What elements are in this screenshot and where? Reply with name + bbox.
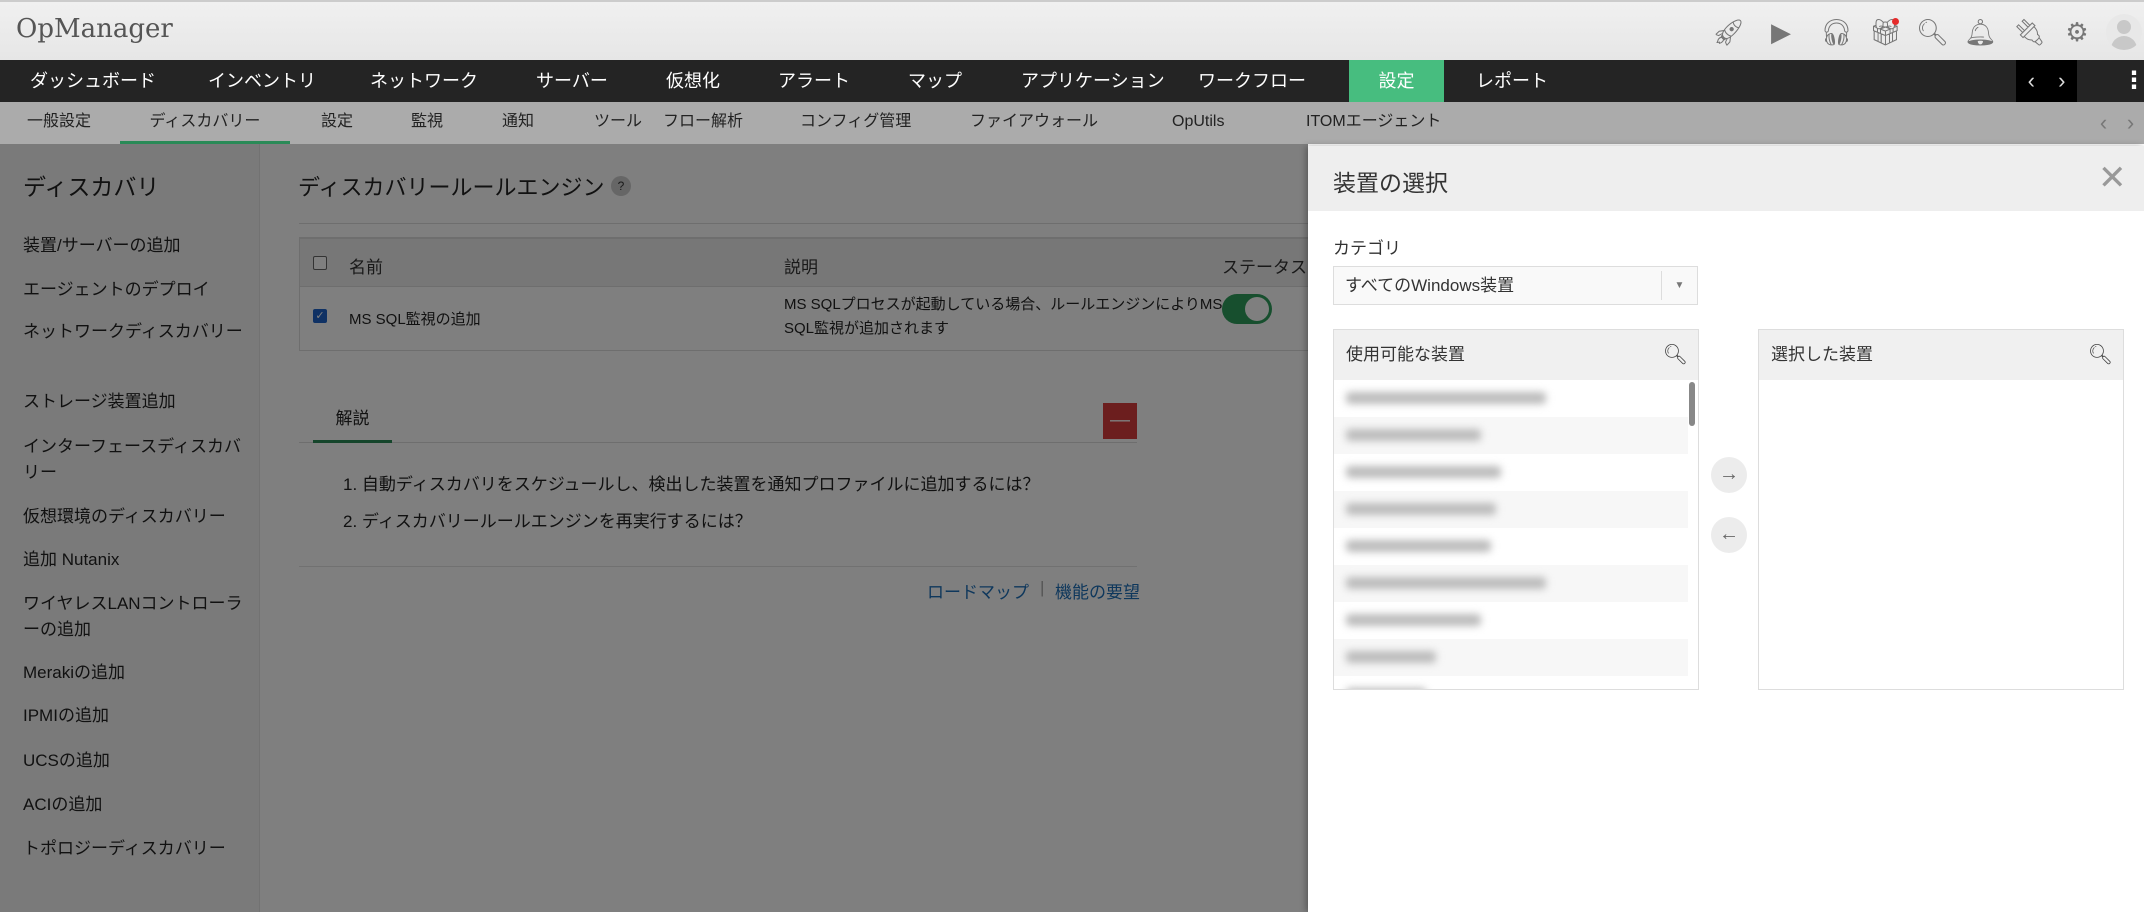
bell-icon[interactable]: 🔔︎	[1964, 16, 1997, 48]
headset-icon[interactable]: 🎧︎	[1820, 16, 1853, 48]
chevron-left-icon[interactable]: ‹	[2028, 60, 2035, 102]
subnav-monitoring[interactable]: 監視	[411, 102, 443, 144]
device-rows	[1334, 380, 1698, 689]
nav-network[interactable]: ネットワーク	[370, 60, 478, 102]
nav-settings[interactable]: 設定	[1349, 60, 1444, 102]
available-devices-header: 使用可能な装置 🔍︎	[1334, 330, 1698, 380]
nav-scroll-arrows: ‹ ›	[2016, 60, 2077, 102]
avatar-icon[interactable]	[2106, 14, 2142, 50]
search-icon[interactable]: 🔍︎	[1916, 16, 1949, 48]
search-icon[interactable]: 🔍︎	[1663, 330, 1688, 380]
close-icon[interactable]: ✕	[2098, 158, 2127, 198]
subnav-config[interactable]: コンフィグ管理	[800, 102, 911, 144]
list-item[interactable]	[1334, 528, 1688, 565]
panel-header: 装置の選択 ✕	[1308, 146, 2144, 211]
nav-workflow[interactable]: ワークフロー	[1198, 60, 1306, 102]
subnav-discovery[interactable]: ディスカバリー	[120, 102, 290, 144]
available-devices-list: 使用可能な装置 🔍︎	[1333, 329, 1699, 690]
top-bar: OpManager 🚀︎ ▶ 🎧︎ 🎁︎ 🔍︎ 🔔︎ 🔌︎ ⚙	[0, 0, 2144, 60]
rocket-icon[interactable]: 🚀︎	[1712, 16, 1745, 48]
nav-virtualization[interactable]: 仮想化	[666, 60, 720, 102]
list-item[interactable]	[1334, 491, 1688, 528]
move-left-button[interactable]: ←	[1711, 517, 1747, 553]
subnav-firewall[interactable]: ファイアウォール	[970, 102, 1098, 144]
nav-dashboard[interactable]: ダッシュボード	[30, 60, 156, 102]
category-select[interactable]: すべてのWindows装置 ▼	[1333, 266, 1698, 305]
subnav-notification[interactable]: 通知	[502, 102, 534, 144]
nav-reports[interactable]: レポート	[1476, 60, 1548, 102]
plug-icon[interactable]: 🔌︎	[2013, 16, 2046, 48]
nav-applications[interactable]: アプリケーション	[1021, 60, 1165, 102]
subnav-general[interactable]: 一般設定	[27, 102, 91, 144]
category-label: カテゴリ	[1333, 239, 1401, 258]
subnav-settings[interactable]: 設定	[321, 102, 353, 144]
nav-servers[interactable]: サーバー	[536, 60, 608, 102]
subnav-itom-agent[interactable]: ITOMエージェント	[1306, 102, 1441, 144]
nav-alarms[interactable]: アラート	[778, 60, 850, 102]
selected-devices-title: 選択した装置	[1771, 345, 1873, 364]
subnav-flow-analysis[interactable]: フロー解析	[663, 102, 743, 144]
presentation-icon[interactable]: ▶	[1765, 16, 1797, 48]
device-selection-panel: 装置の選択 ✕ カテゴリ すべてのWindows装置 ▼ 使用可能な装置 🔍︎ …	[1308, 146, 2144, 912]
panel-title: 装置の選択	[1333, 170, 1448, 196]
list-item[interactable]	[1334, 676, 1688, 689]
list-item[interactable]	[1334, 565, 1688, 602]
chevron-right-icon[interactable]: ›	[2127, 102, 2134, 144]
chevron-left-icon[interactable]: ‹	[2100, 102, 2107, 144]
app-logo[interactable]: OpManager	[16, 14, 173, 44]
move-right-button[interactable]: →	[1711, 457, 1747, 493]
chevron-right-icon[interactable]: ›	[2058, 60, 2065, 102]
more-options-icon[interactable]: ⋮	[2122, 60, 2144, 102]
selected-devices-list: 選択した装置 🔍︎	[1758, 329, 2124, 690]
list-item[interactable]	[1334, 602, 1688, 639]
available-devices-title: 使用可能な装置	[1346, 345, 1465, 364]
sub-nav: 一般設定 ディスカバリー 設定 監視 通知 ツール フロー解析 コンフィグ管理 …	[0, 102, 2144, 144]
nav-maps[interactable]: マップ	[908, 60, 962, 102]
modal-overlay[interactable]	[0, 144, 1308, 912]
search-icon[interactable]: 🔍︎	[2088, 330, 2113, 380]
category-value: すべてのWindows装置	[1345, 276, 1515, 295]
gift-icon[interactable]: 🎁︎	[1869, 16, 1902, 48]
subnav-tools[interactable]: ツール	[594, 102, 642, 144]
subnav-scroll-arrows: ‹ ›	[2090, 102, 2144, 144]
list-item[interactable]	[1334, 454, 1688, 491]
main-nav: ダッシュボード インベントリ ネットワーク サーバー 仮想化 アラート マップ …	[0, 60, 2144, 102]
gear-icon[interactable]: ⚙	[2061, 16, 2093, 48]
chevron-down-icon[interactable]: ▼	[1661, 271, 1697, 300]
subnav-oputils[interactable]: OpUtils	[1172, 102, 1224, 144]
selected-devices-header: 選択した装置 🔍︎	[1759, 330, 2123, 380]
list-item[interactable]	[1334, 639, 1688, 676]
list-item[interactable]	[1334, 417, 1688, 454]
scrollbar[interactable]	[1689, 382, 1695, 426]
list-item[interactable]	[1334, 380, 1688, 417]
nav-inventory[interactable]: インベントリ	[208, 60, 316, 102]
